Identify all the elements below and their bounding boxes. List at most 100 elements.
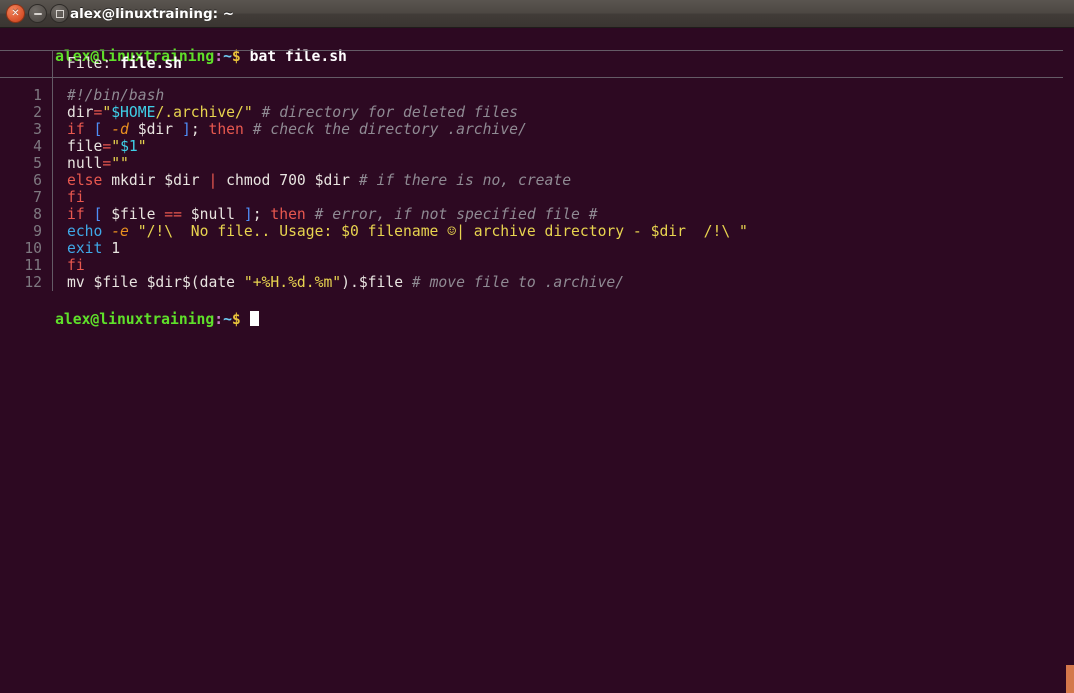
bat-line-content: echo -e "/!\ No file.. Usage: $0 filenam… (53, 223, 1074, 240)
bat-line-number: 4 (33, 138, 42, 155)
final-prompt-path: ~ (223, 311, 232, 328)
close-button[interactable]: ✕ (6, 4, 25, 23)
code-token: -d (111, 121, 129, 138)
bat-gutter-separator (52, 257, 53, 274)
code-token: null (67, 155, 103, 172)
terminal-screen[interactable]: alex@linuxtraining:~$ bat file.sh File: … (0, 28, 1074, 693)
bat-gutter-separator (52, 223, 53, 240)
window-controls: ✕ (0, 4, 69, 23)
code-token: fi (67, 189, 85, 206)
command-prompt-line: alex@linuxtraining:~$ bat file.sh (0, 28, 1074, 65)
code-token: #!/bin/bash (67, 87, 165, 104)
bat-line-row: 3 if [ -d $dir ]; then # check the direct… (0, 121, 1074, 138)
bat-line-row: 11 fi (0, 257, 1074, 274)
bat-gutter-separator (52, 104, 53, 121)
code-token: $HOME (111, 104, 156, 121)
bat-line-number: 5 (33, 155, 42, 172)
code-token: exit (67, 240, 103, 257)
bat-spacer-content (53, 78, 1074, 87)
minimize-button[interactable] (28, 4, 47, 23)
bat-code-lines: 1 #!/bin/bash 2 dir="$HOME/.archive/" # dir… (0, 87, 1074, 291)
code-token: dir (67, 104, 94, 121)
code-token: fi (67, 257, 85, 274)
code-token: then (208, 121, 244, 138)
code-token: if (67, 206, 85, 223)
bat-line-row: 1 #!/bin/bash (0, 87, 1074, 104)
bat-line-number: 8 (33, 206, 42, 223)
bat-line-number: 2 (33, 104, 42, 121)
bat-spacer-row (0, 78, 1074, 87)
bat-line-number: 1 (33, 87, 42, 104)
code-token: ] (243, 206, 253, 223)
code-token: else (67, 172, 103, 189)
bat-line-content: dir="$HOME/.archive/" # directory for de… (53, 104, 1074, 121)
bat-line-content: mv $file $dir$(date "+%H.%d.%m").$file #… (53, 274, 1074, 291)
bat-gutter-separator (52, 51, 53, 77)
bat-line-row: 8 if [ $file == $null ]; then # error, if… (0, 206, 1074, 223)
terminal-window: ✕ alex@linuxtraining: ~ alex@linuxtraini… (0, 0, 1074, 693)
code-token: mkdir $dir (102, 172, 209, 189)
bat-line-content: file="$1" (53, 138, 1074, 155)
code-token: # directory for deleted files (261, 104, 518, 121)
code-token: # move file to .archive/ (411, 274, 625, 291)
bat-gutter-separator (52, 138, 53, 155)
bat-line-number: 10 (24, 240, 42, 257)
scrollbar-thumb[interactable] (1066, 665, 1074, 693)
code-token: chmod 700 $dir (217, 172, 359, 189)
bat-line-number: 12 (24, 274, 42, 291)
code-token: # error, if not specified file # (314, 206, 598, 223)
code-token: ).$file (341, 274, 412, 291)
bat-line-row: 9 echo -e "/!\ No file.. Usage: $0 filena… (0, 223, 1074, 240)
bat-gutter-separator (52, 121, 53, 138)
final-prompt-dollar: $ (231, 311, 241, 328)
code-token: # check the directory .archive/ (252, 121, 527, 138)
text-cursor (249, 311, 259, 326)
bat-file-label: File: (67, 55, 112, 72)
bat-line-row: 5 null="" (0, 155, 1074, 172)
maximize-button[interactable] (50, 4, 69, 23)
bat-gutter-separator (52, 189, 53, 206)
bat-file-name: file.sh (120, 55, 182, 72)
bat-line-row: 2 dir="$HOME/.archive/" # directory for d… (0, 104, 1074, 121)
close-icon: ✕ (11, 7, 20, 19)
bat-line-number: 7 (33, 189, 42, 206)
bat-line-number: 11 (24, 257, 42, 274)
bat-line-content: exit 1 (53, 240, 1074, 257)
bat-line-row: 12 mv $file $dir$(date "+%H.%d.%m").$file… (0, 274, 1074, 291)
bat-output: File: file.sh 1 #!/bin/bash 2 dir="$HOME/.a… (0, 50, 1074, 291)
bat-gutter-separator (52, 172, 53, 189)
code-token: = (102, 138, 112, 155)
final-prompt-line[interactable]: alex@linuxtraining:~$ (0, 291, 1074, 328)
code-token: mv $file $dir$(date (67, 274, 244, 291)
window-title: alex@linuxtraining: ~ (70, 6, 235, 22)
bat-line-content: null="" (53, 155, 1074, 172)
bat-line-row: 6 else mkdir $dir | chmod 700 $dir # if t… (0, 172, 1074, 189)
code-token: /.archive/" (155, 104, 253, 121)
bat-line-content: if [ -d $dir ]; then # check the directo… (53, 121, 1074, 138)
bat-line-row: 7 fi (0, 189, 1074, 206)
bat-line-row: 4 file="$1" (0, 138, 1074, 155)
bat-line-number: 6 (33, 172, 42, 189)
code-token: then (270, 206, 306, 223)
bat-line-content: fi (53, 189, 1074, 206)
code-token: "+%H.%d.%m" (243, 274, 342, 291)
code-token: $null (181, 206, 244, 223)
window-titlebar[interactable]: ✕ alex@linuxtraining: ~ (0, 0, 1074, 28)
code-token: $dir (128, 121, 182, 138)
bat-gutter-separator (52, 240, 53, 257)
bat-line-number: 9 (33, 223, 42, 240)
bat-header-rule (0, 77, 1063, 78)
bat-gutter-separator (52, 155, 53, 172)
bat-header-row: File: file.sh (0, 51, 1074, 77)
bat-line-content: else mkdir $dir | chmod 700 $dir # if th… (53, 172, 1074, 189)
